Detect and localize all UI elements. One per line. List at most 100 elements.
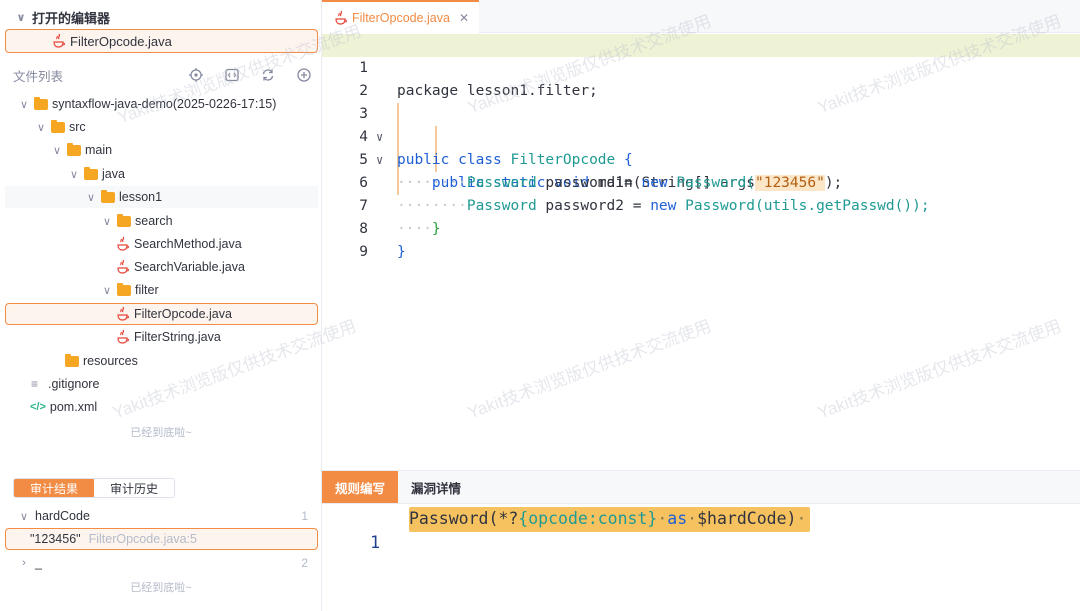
audit-tabs: 审计结果 审计历史 [13,478,175,498]
tree-file-gitignore[interactable]: ≡ .gitignore [5,373,318,395]
tree-label: lesson1 [119,190,163,204]
chevron-right-icon[interactable]: › [17,557,31,569]
code-line[interactable]: 7 ····} [322,172,1080,237]
tab-vuln-details[interactable]: 漏洞详情 [398,471,474,503]
rule-part: Password(*? [409,509,519,528]
folder-icon [51,119,65,133]
tree-label: SearchVariable.java [134,260,245,274]
chevron-down-icon[interactable]: ∨ [34,121,48,134]
tree-label: java [102,167,125,181]
tree-folder-lesson1[interactable]: ∨ lesson1 [5,186,318,208]
folder-icon [67,142,81,156]
locate-icon[interactable] [187,66,205,84]
file-list-end-hint: 已经到底啦~ [130,427,192,439]
chevron-down-icon[interactable]: ∨ [17,510,31,523]
java-file-icon [117,306,129,321]
java-file-icon [117,259,129,274]
tree-folder-project[interactable]: ∨ syntaxflow-java-demo(2025-0226-17:15) [5,93,318,115]
java-file-icon [117,329,129,344]
java-file-icon [335,10,347,25]
close-icon[interactable]: ✕ [459,11,469,25]
tree-label: FilterString.java [134,330,221,344]
code-window-icon[interactable] [223,66,241,84]
tab-audit-history[interactable]: 审计历史 [94,479,174,497]
rule-variable: $hardCode) [697,509,797,528]
tree-file-filterstring[interactable]: FilterString.java [5,326,318,348]
tree-label: src [69,120,86,134]
tree-file-pom[interactable]: </> pom.xml [5,396,318,418]
tree-label: FilterOpcode.java [134,307,232,321]
tree-folder-main[interactable]: ∨ main [5,139,318,161]
result-group-underscore[interactable]: › _ 2 [5,552,318,574]
refresh-icon[interactable] [259,66,277,84]
chevron-down-icon[interactable]: ∨ [14,11,28,24]
open-editor-filename: FilterOpcode.java [70,33,172,49]
rule-keyword: as [667,509,688,528]
editor-tab-filteropcode[interactable]: FilterOpcode.java ✕ [322,0,480,33]
rule-opcode: {opcode:const} [518,509,658,528]
folder-icon [117,282,131,296]
xml-file-icon: </> [30,401,46,413]
code-text: } [397,241,406,264]
tree-label: .gitignore [48,377,100,391]
code-line[interactable]: 6 ········Password password2 = new Passw… [322,149,1080,214]
code-editor[interactable]: FilterOpcode.java ✕ 1 package lesson1.fi… [322,0,1080,470]
open-editors-header[interactable]: ∨ 打开的编辑器 [14,8,110,26]
tree-label: pom.xml [49,400,98,414]
result-group-hardcode[interactable]: ∨ hardCode 1 [5,505,318,527]
add-icon[interactable] [295,66,313,84]
open-editors-title: 打开的编辑器 [32,10,111,26]
chevron-down-icon[interactable]: ∨ [67,168,81,181]
folder-icon [84,166,98,180]
code-line[interactable]: 1 package lesson1.filter; [322,34,1080,99]
tree-folder-src[interactable]: ∨ src [5,116,318,138]
result-count: 1 [301,509,308,523]
tree-folder-resources[interactable]: resources [5,350,318,372]
rule-editor-line[interactable]: 1 Password(*?{opcode:const}·as·$hardCode… [322,507,1080,552]
rule-panel: 规则编写 漏洞详情 1 Password(*?{opcode:const}·as… [322,470,1080,611]
open-editor-item[interactable]: FilterOpcode.java [5,29,318,53]
editor-tab-label: FilterOpcode.java [352,10,450,25]
result-count: 2 [301,556,308,570]
text-file-icon: ≡ [31,377,39,391]
tree-label: resources [83,354,138,368]
tab-audit-results[interactable]: 审计结果 [14,479,94,497]
result-item[interactable]: "123456" FilterOpcode.java:5 [5,528,318,550]
chevron-down-icon[interactable]: ∨ [100,215,114,228]
chevron-down-icon[interactable]: ∨ [100,284,114,297]
chevron-down-icon[interactable]: ∨ [84,191,98,204]
code-line[interactable]: 8 } [322,195,1080,260]
result-group-label: hardCode [35,509,90,523]
audit-end-hint: 已经到底啦~ [130,582,192,594]
tree-file-filteropcode[interactable]: FilterOpcode.java [5,303,318,325]
line-number: 9 [359,244,368,260]
brace: } [397,244,406,260]
tree-label: search [135,214,173,228]
rule-text: Password(*?{opcode:const}·as·$hardCode)· [409,507,811,532]
folder-icon [34,96,48,110]
file-list-header: 文件列表 [13,66,313,84]
line-number: 1 [370,533,380,552]
tree-file-searchmethod[interactable]: SearchMethod.java [5,233,318,255]
tree-folder-search[interactable]: ∨ search [5,210,318,232]
code-line[interactable]: 3 ∨ public class FilterOpcode { [322,80,1080,168]
code-line[interactable]: 9 [322,218,1080,260]
code-line[interactable]: 4 ∨ ····public static void main(String[]… [322,103,1080,191]
tab-rule-editor[interactable]: 规则编写 [322,471,399,503]
result-location: FilterOpcode.java:5 [88,532,197,546]
chevron-down-icon[interactable]: ∨ [17,98,31,111]
folder-icon [65,353,79,367]
tree-folder-java[interactable]: ∨ java [5,163,318,185]
code-line[interactable]: 2 [322,57,1080,99]
chevron-down-icon[interactable]: ∨ [50,144,64,157]
rule-tabs: 规则编写 漏洞详情 [322,471,1080,504]
result-value: "123456" [30,532,81,546]
tree-label: main [85,143,113,157]
code-line[interactable]: 5 ········Password password1= new Passwo… [322,126,1080,191]
java-file-icon [117,236,129,251]
tree-file-searchvariable[interactable]: SearchVariable.java [5,256,318,278]
tree-folder-filter[interactable]: ∨ filter [5,279,318,301]
tree-label: syntaxflow-java-demo(2025-0226-17:15) [52,97,277,111]
file-list-title: 文件列表 [13,69,64,84]
editor-tab-bar: FilterOpcode.java ✕ [322,0,1080,33]
